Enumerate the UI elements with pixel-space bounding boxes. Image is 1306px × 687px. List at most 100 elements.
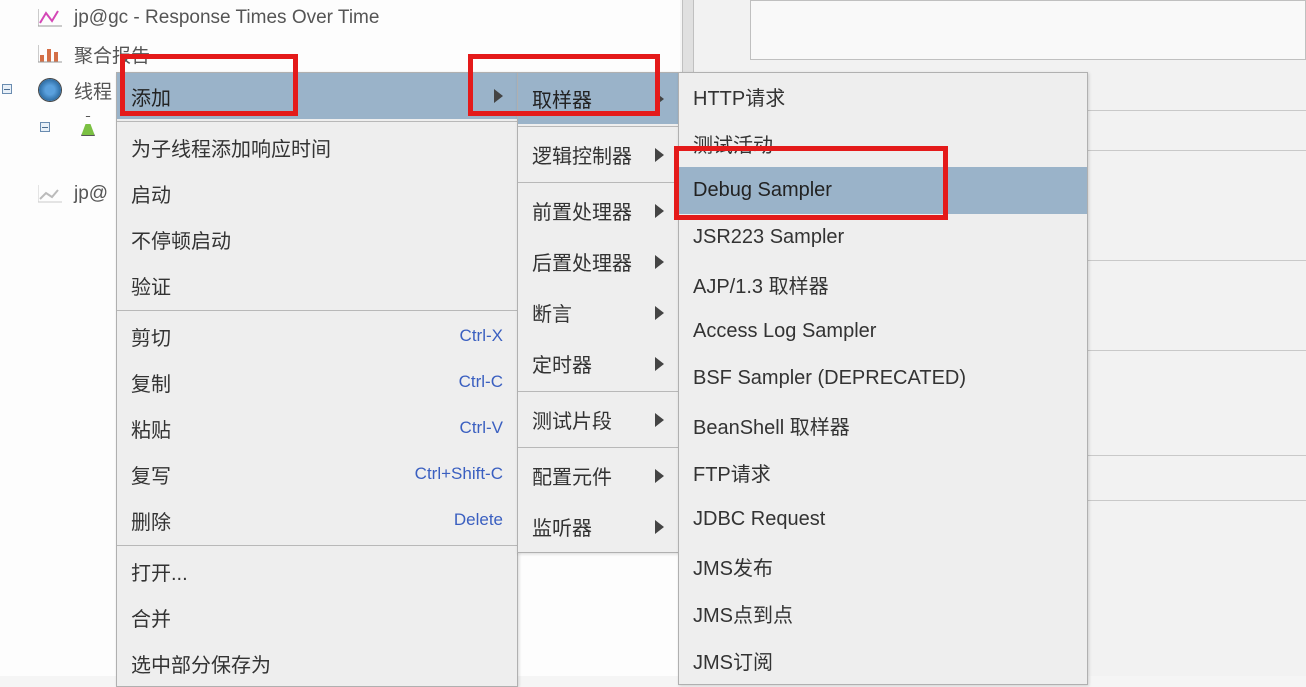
menu-add-think-times[interactable]: 为子线程添加响应时间 [117,124,517,170]
submenu-arrow-icon [655,520,664,534]
tree-label: jp@ [74,183,108,205]
tree-label: jp@gc - Response Times Over Time [74,7,379,29]
menu-preprocessor[interactable]: 前置处理器 [518,185,678,236]
menu-label: JMS订阅 [693,646,1073,675]
menu-test-fragment[interactable]: 测试片段 [518,394,678,445]
menu-label: 定时器 [532,349,635,378]
menu-label: BeanShell 取样器 [693,411,1073,440]
menu-config-element[interactable]: 配置元件 [518,450,678,501]
menu-cut[interactable]: 剪切 Ctrl-X [117,313,517,359]
menu-test-action[interactable]: 测试活动 [679,120,1087,167]
menu-label: JDBC Request [693,508,1073,531]
menu-sampler[interactable]: 取样器 [518,73,678,124]
tree-item-response-times[interactable]: jp@gc - Response Times Over Time [0,0,680,36]
menu-assertion[interactable]: 断言 [518,287,678,338]
menu-label: 监听器 [532,512,635,541]
submenu-arrow-icon [655,357,664,371]
menu-separator [117,121,517,122]
menu-separator [518,391,678,392]
menu-label: 测试活动 [693,129,1073,158]
menu-jdbc-request[interactable]: JDBC Request [679,496,1087,543]
menu-label: 粘贴 [131,414,400,443]
menu-jms-publisher[interactable]: JMS发布 [679,543,1087,590]
menu-http-request[interactable]: HTTP请求 [679,73,1087,120]
tree-expand-toggle[interactable] [40,122,50,132]
menu-save-selection-as[interactable]: 选中部分保存为 [117,640,517,686]
submenu-arrow-icon [655,306,664,320]
menu-label: 启动 [131,179,503,208]
menu-jms-subscriber[interactable]: JMS订阅 [679,637,1087,684]
menu-shortcut: Ctrl+Shift-C [415,464,503,484]
menu-label: 剪切 [131,322,400,351]
menu-access-log-sampler[interactable]: Access Log Sampler [679,308,1087,355]
menu-beanshell-sampler[interactable]: BeanShell 取样器 [679,402,1087,449]
menu-open[interactable]: 打开... [117,548,517,594]
menu-shortcut: Ctrl-V [460,418,503,438]
menu-label: 验证 [131,271,503,300]
menu-separator [518,126,678,127]
menu-ajp-sampler[interactable]: AJP/1.3 取样器 [679,261,1087,308]
menu-copy[interactable]: 复制 Ctrl-C [117,359,517,405]
panel-header-box [750,0,1306,60]
menu-timer[interactable]: 定时器 [518,338,678,389]
menu-shortcut: Ctrl-C [459,372,503,392]
tree-expand-toggle[interactable] [2,84,12,94]
menu-label: 不停顿启动 [131,225,503,254]
menu-listener[interactable]: 监听器 [518,501,678,552]
submenu-arrow-icon [655,469,664,483]
submenu-arrow-icon [655,92,664,106]
menu-jsr223-sampler[interactable]: JSR223 Sampler [679,214,1087,261]
menu-bsf-sampler[interactable]: BSF Sampler (DEPRECATED) [679,355,1087,402]
menu-add[interactable]: 添加 [117,73,517,119]
menu-shortcut: Ctrl-X [460,326,503,346]
menu-label: 合并 [131,603,503,632]
chart-bar-icon [36,43,64,65]
menu-label: 前置处理器 [532,196,635,225]
submenu-add: 取样器 逻辑控制器 前置处理器 后置处理器 断言 定时器 测试片段 配置元件 监… [517,72,679,553]
submenu-arrow-icon [655,413,664,427]
submenu-arrow-icon [494,89,503,103]
menu-label: 断言 [532,298,635,327]
menu-label: Access Log Sampler [693,320,1073,343]
menu-label: 复制 [131,368,399,397]
menu-separator [117,545,517,546]
menu-label: 后置处理器 [532,247,635,276]
menu-label: BSF Sampler (DEPRECATED) [693,367,1073,390]
menu-label: 选中部分保存为 [131,649,503,678]
menu-ftp-request[interactable]: FTP请求 [679,449,1087,496]
menu-label: 逻辑控制器 [532,140,635,169]
flask-icon [74,115,102,137]
tree-item-aggregate-report[interactable]: 聚合报告 [0,36,680,72]
menu-label: Debug Sampler [693,179,1073,202]
menu-separator [117,310,517,311]
menu-separator [518,447,678,448]
menu-label: HTTP请求 [693,82,1073,111]
menu-duplicate[interactable]: 复写 Ctrl+Shift-C [117,451,517,497]
graph-icon [36,183,64,205]
menu-label: 配置元件 [532,461,635,490]
menu-start[interactable]: 启动 [117,170,517,216]
menu-separator [518,182,678,183]
submenu-arrow-icon [655,148,664,162]
menu-paste[interactable]: 粘贴 Ctrl-V [117,405,517,451]
tree-label: 聚合报告 [74,41,150,68]
menu-merge[interactable]: 合并 [117,594,517,640]
submenu-sampler: HTTP请求 测试活动 Debug Sampler JSR223 Sampler… [678,72,1088,685]
menu-start-no-pause[interactable]: 不停顿启动 [117,216,517,262]
menu-logic-controller[interactable]: 逻辑控制器 [518,129,678,180]
menu-label: 删除 [131,506,394,535]
menu-label: AJP/1.3 取样器 [693,270,1073,299]
menu-label: 取样器 [532,84,635,113]
menu-label: JMS点到点 [693,599,1073,628]
tree-label: 线程 [74,77,112,104]
menu-validate[interactable]: 验证 [117,262,517,308]
gear-icon [36,79,64,101]
menu-label: JMS发布 [693,552,1073,581]
menu-debug-sampler[interactable]: Debug Sampler [679,167,1087,214]
menu-label: 为子线程添加响应时间 [131,133,503,162]
menu-postprocessor[interactable]: 后置处理器 [518,236,678,287]
menu-jms-p2p[interactable]: JMS点到点 [679,590,1087,637]
menu-delete[interactable]: 删除 Delete [117,497,517,543]
menu-label: 复写 [131,460,355,489]
submenu-arrow-icon [655,204,664,218]
